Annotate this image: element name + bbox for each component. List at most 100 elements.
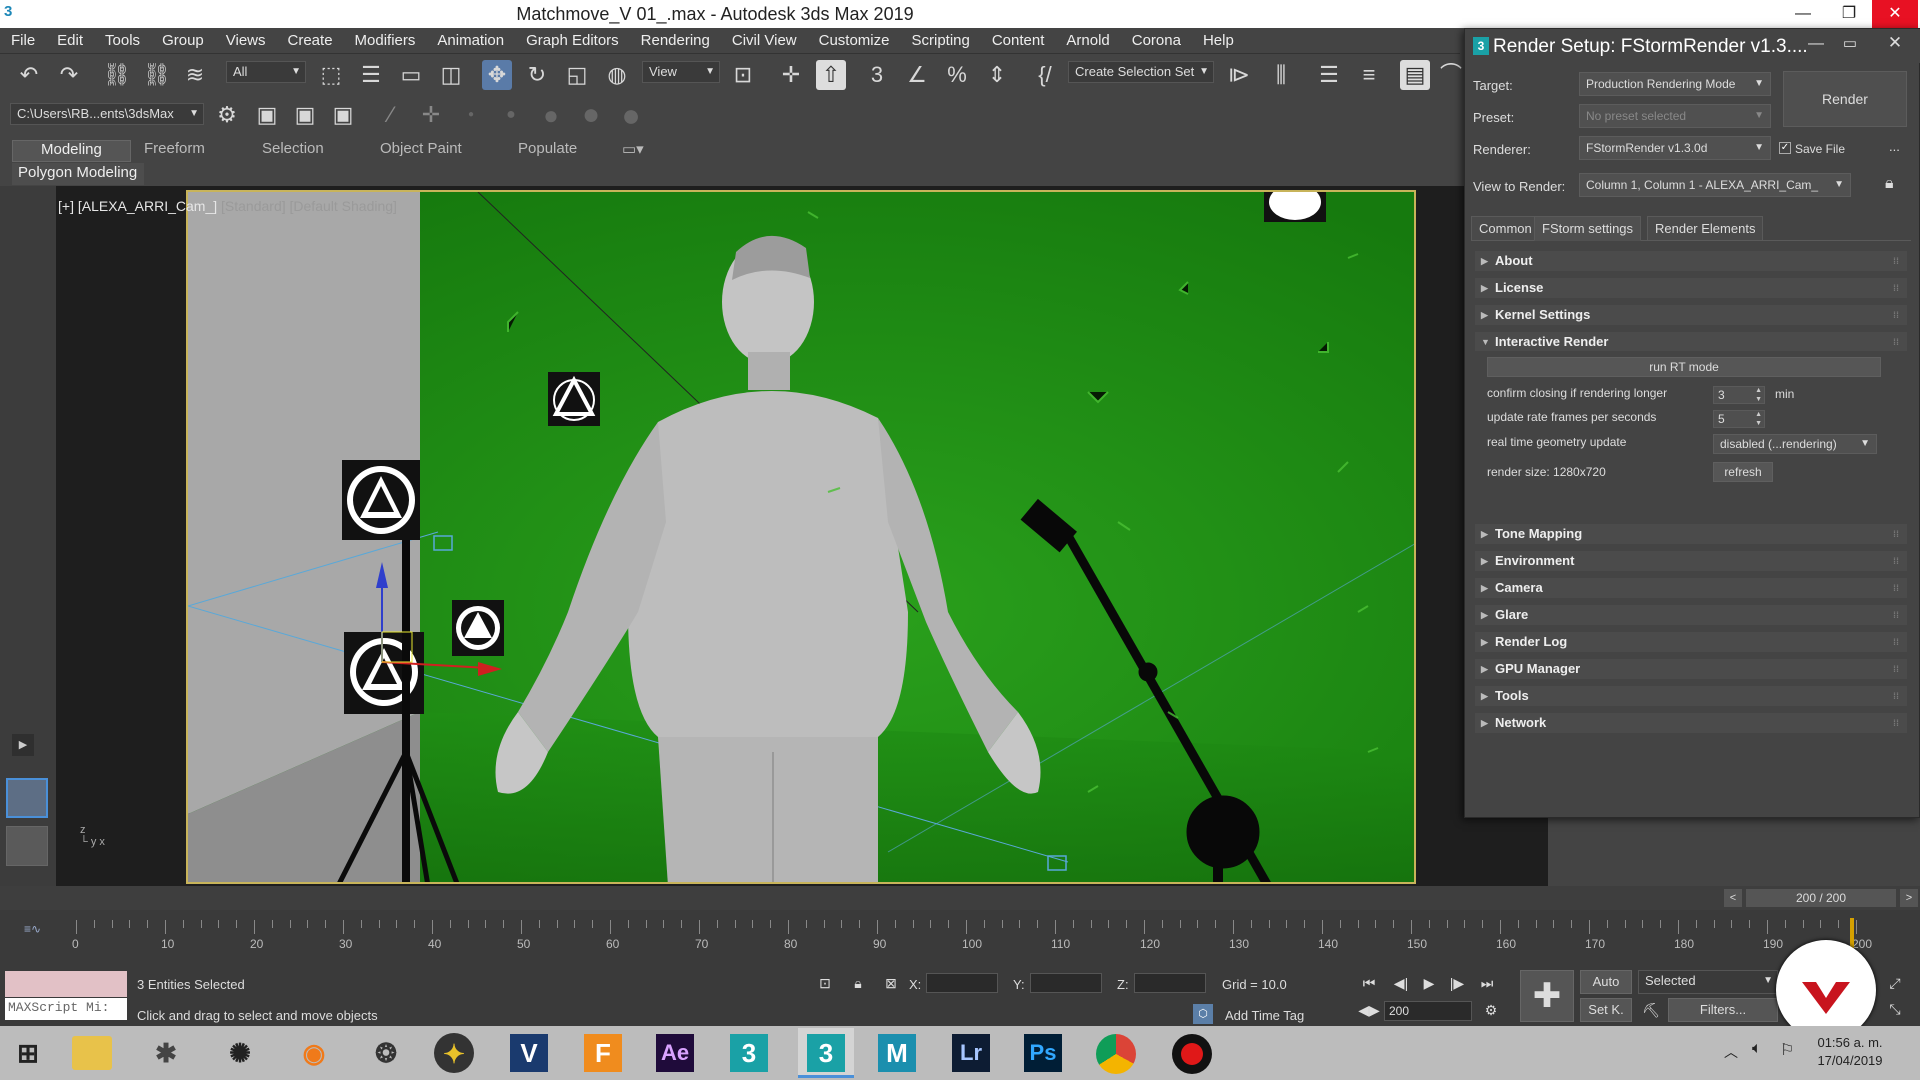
menu-views[interactable]: Views: [215, 28, 277, 49]
zoom-extents-icon[interactable]: ⤢: [1884, 972, 1906, 994]
tab-modeling[interactable]: Modeling: [12, 140, 131, 162]
align-icon[interactable]: ⫼: [1266, 60, 1296, 90]
maxscript-mini-listener[interactable]: MAXScript Mi:: [5, 998, 127, 1020]
tab-populate[interactable]: Populate: [508, 140, 587, 162]
dialog-maximize-icon[interactable]: ▭: [1835, 34, 1865, 52]
lightroom-icon[interactable]: Lr: [952, 1034, 990, 1072]
auto-key-button[interactable]: Auto: [1580, 970, 1632, 994]
chrome-icon[interactable]: [1096, 1034, 1136, 1074]
snaps-toggle-icon[interactable]: 3: [862, 60, 892, 90]
curve-editor-icon[interactable]: ⌒: [1436, 60, 1466, 90]
rollout-tone-mapping[interactable]: ▶ Tone Mapping ⁞⁞: [1475, 524, 1907, 544]
maya-icon[interactable]: M: [878, 1034, 916, 1072]
viewport-label[interactable]: [+] [ALEXA_ARRI_Cam_] [Standard] [Defaul…: [58, 198, 397, 214]
select-manipulate-icon[interactable]: ✛: [776, 60, 806, 90]
start-icon[interactable]: ⊞: [6, 1032, 50, 1074]
rollout-gpu-manager[interactable]: ▶ GPU Manager ⁞⁞: [1475, 659, 1907, 679]
tray-chevron-icon[interactable]: ︿: [1724, 1042, 1738, 1062]
folder-save-icon[interactable]: ▣: [328, 100, 358, 130]
set-key-icon[interactable]: ✚: [1520, 970, 1574, 1022]
menu-scripting[interactable]: Scripting: [900, 28, 980, 49]
brush-icon[interactable]: ⁄: [376, 100, 406, 130]
ribbon-toggle-icon[interactable]: ▤: [1400, 60, 1430, 90]
fusion-star-icon[interactable]: ✦: [434, 1033, 474, 1073]
menu-tools[interactable]: Tools: [94, 28, 151, 49]
3dsmax-icon[interactable]: 3: [730, 1034, 768, 1072]
rollout-network[interactable]: ▶ Network ⁞⁞: [1475, 713, 1907, 733]
geometry-update-dropdown[interactable]: disabled (...rendering) ▼: [1713, 434, 1877, 454]
view-to-render-dropdown[interactable]: Column 1, Column 1 - ALEXA_ARRI_Cam_ ▼: [1579, 173, 1851, 197]
rollout-license[interactable]: ▶ License ⁞⁞: [1475, 278, 1907, 298]
menu-file[interactable]: File: [0, 28, 46, 49]
rect-selection-icon[interactable]: ▭: [396, 60, 426, 90]
selection-set-dropdown[interactable]: Create Selection Set ▼: [1068, 61, 1214, 83]
file-explorer-icon[interactable]: [72, 1036, 112, 1070]
unlink-icon[interactable]: ⛓: [142, 60, 172, 90]
project-path-dropdown[interactable]: C:\Users\RB...ents\3dsMax ▼: [10, 103, 204, 125]
scene-explorer-icon[interactable]: ☰: [1314, 60, 1344, 90]
go-to-end-icon[interactable]: ⏭: [1476, 972, 1498, 994]
play-icon[interactable]: ▶: [1418, 972, 1440, 994]
vegas-icon[interactable]: V: [510, 1034, 548, 1072]
maximize-viewport-icon[interactable]: ⤡: [1884, 998, 1906, 1020]
confirm-closing-spinner[interactable]: 3 ▲ ▼: [1713, 386, 1765, 404]
percent-snap-icon[interactable]: %: [942, 60, 972, 90]
blender-icon[interactable]: ◉: [292, 1032, 336, 1074]
angle-snap-icon[interactable]: ∠: [902, 60, 932, 90]
menu-content[interactable]: Content: [981, 28, 1056, 49]
prev-frame-icon[interactable]: <: [1724, 889, 1742, 907]
bind-spacewarp-icon[interactable]: ≋: [180, 60, 210, 90]
pin-icon[interactable]: ✛: [416, 100, 446, 130]
tab-fstorm-settings[interactable]: FStorm settings: [1534, 216, 1642, 241]
tab-freeform[interactable]: Freeform: [134, 140, 215, 162]
rollout-render-log[interactable]: ▶ Render Log ⁞⁞: [1475, 632, 1907, 652]
tab-selection[interactable]: Selection: [252, 140, 334, 162]
minimize-button[interactable]: —: [1780, 0, 1826, 28]
x-coordinate-field[interactable]: [926, 973, 998, 993]
rollout-interactive-render[interactable]: ▼ Interactive Render ⁞⁞: [1475, 332, 1907, 352]
layout-tab-2[interactable]: [6, 826, 48, 866]
placement-icon[interactable]: ◍: [602, 60, 632, 90]
create-folder-icon[interactable]: ▣: [252, 100, 282, 130]
project-settings-icon[interactable]: ⚙: [212, 100, 242, 130]
taskbar-clock[interactable]: 01:56 a. m. 17/04/2019: [1800, 1034, 1900, 1070]
menu-civil-view[interactable]: Civil View: [721, 28, 808, 49]
menu-edit[interactable]: Edit: [46, 28, 94, 49]
menu-group[interactable]: Group: [151, 28, 215, 49]
3dsmax-active-task[interactable]: 3: [798, 1028, 854, 1078]
timeline-ruler[interactable]: ≡∿ 0 10 20 30 40 50 60 70 80 90 100 110 120 130 140 150…: [0, 910, 1920, 966]
maxscript-listener-box[interactable]: [5, 971, 127, 997]
run-rt-mode-button[interactable]: run RT mode: [1487, 357, 1881, 377]
time-config-icon[interactable]: ⚙: [1480, 999, 1502, 1021]
key-mode-icon[interactable]: ◀▶: [1358, 999, 1380, 1021]
select-rotate-icon[interactable]: ↻: [522, 60, 552, 90]
target-dropdown[interactable]: Production Rendering Mode ▼: [1579, 72, 1771, 96]
folder-open-icon[interactable]: ▣: [290, 100, 320, 130]
render-setup-titlebar[interactable]: 3 Render Setup: FStormRender v1.3.... — …: [1465, 29, 1920, 63]
menu-graph-editors[interactable]: Graph Editors: [515, 28, 630, 49]
select-move-icon[interactable]: ✥: [482, 60, 512, 90]
rollout-kernel-settings[interactable]: ▶ Kernel Settings ⁞⁞: [1475, 305, 1907, 325]
rollout-tools[interactable]: ▶ Tools ⁞⁞: [1475, 686, 1907, 706]
rollout-about[interactable]: ▶ About ⁞⁞: [1475, 251, 1907, 271]
fume-icon[interactable]: F: [584, 1034, 622, 1072]
rollout-camera[interactable]: ▶ Camera ⁞⁞: [1475, 578, 1907, 598]
tab-render-elements[interactable]: Render Elements: [1647, 216, 1764, 241]
redo-icon[interactable]: ↷: [54, 60, 84, 90]
expand-layouts-icon[interactable]: ▶: [12, 734, 34, 756]
time-slider[interactable]: < 200 / 200 >: [0, 886, 1920, 910]
render-button[interactable]: Render: [1783, 71, 1907, 127]
keyboard-shortcut-icon[interactable]: ⇧: [816, 60, 846, 90]
time-tag-icon[interactable]: ⬡: [1193, 1004, 1213, 1024]
select-object-icon[interactable]: ⬚: [316, 60, 346, 90]
key-filters-icon[interactable]: ⛏: [1640, 999, 1662, 1021]
renderer-dropdown[interactable]: FStormRender v1.3.0d ▼: [1579, 136, 1771, 160]
menu-create[interactable]: Create: [277, 28, 344, 49]
close-button[interactable]: ✕: [1872, 0, 1918, 28]
spinner-snap-icon[interactable]: ⇕: [982, 60, 1012, 90]
action-center-icon[interactable]: ⚐: [1780, 1040, 1794, 1060]
next-key-icon[interactable]: |▶: [1446, 972, 1468, 994]
mirror-icon[interactable]: ⧐: [1224, 60, 1254, 90]
refresh-button[interactable]: refresh: [1713, 462, 1773, 482]
menu-corona[interactable]: Corona: [1121, 28, 1192, 49]
